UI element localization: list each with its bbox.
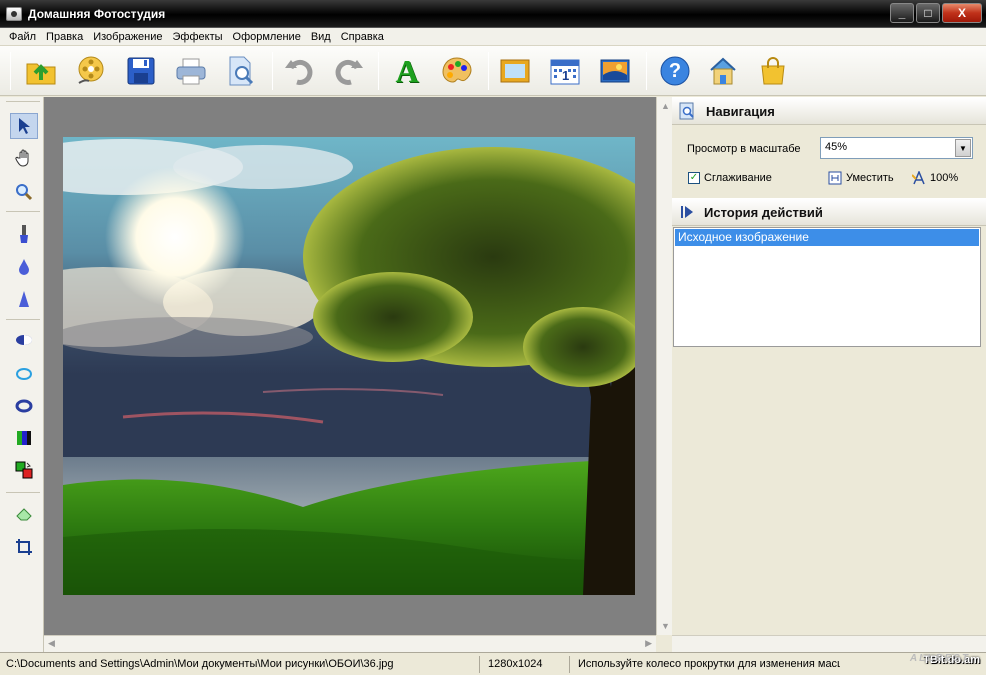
fit-icon <box>828 171 842 185</box>
smoothing-checkbox[interactable]: ✓ <box>688 172 700 184</box>
chevron-down-icon[interactable]: ▼ <box>955 139 971 157</box>
actual-size-button[interactable]: 100% <box>912 171 958 185</box>
menu-help[interactable]: Справка <box>336 31 389 43</box>
zoom-icon[interactable] <box>10 179 38 205</box>
menu-image[interactable]: Изображение <box>88 31 167 43</box>
shopping-bag-icon[interactable] <box>756 54 790 88</box>
print-icon[interactable] <box>174 54 208 88</box>
maximize-button[interactable]: □ <box>916 3 940 23</box>
ellipse-select-icon[interactable] <box>10 327 38 353</box>
menu-view[interactable]: Вид <box>306 31 336 43</box>
frame-icon[interactable] <box>498 54 532 88</box>
redo-icon[interactable] <box>332 54 366 88</box>
hand-icon[interactable] <box>10 145 38 171</box>
tools-panel <box>0 97 44 652</box>
sharpen-icon[interactable] <box>10 286 38 312</box>
status-dimensions: 1280x1024 <box>484 656 570 673</box>
help-icon[interactable]: ? <box>658 54 692 88</box>
menu-file[interactable]: Файл <box>4 31 41 43</box>
toolbar-separator <box>10 52 11 90</box>
toolbar-separator <box>646 52 647 90</box>
navigation-header[interactable]: Навигация <box>672 97 986 125</box>
toolbar-separator <box>378 52 379 90</box>
close-button[interactable]: X <box>942 3 982 23</box>
zoom-label: Просмотр в масштабе <box>687 143 801 155</box>
tools-separator <box>6 319 40 320</box>
select-arrow-icon[interactable] <box>10 113 38 139</box>
menu-effects[interactable]: Эффекты <box>168 31 228 43</box>
postcard-icon[interactable] <box>598 54 632 88</box>
calendar-icon-glyph: 1 <box>562 68 570 83</box>
landscape-photo <box>63 137 635 595</box>
status-file-path: C:\Documents and Settings\Admin\Мои доку… <box>2 656 480 673</box>
window-title: Домашняя Фотостудия <box>28 6 166 21</box>
scroll-up-icon[interactable]: ▲ <box>661 101 670 111</box>
home-icon[interactable] <box>706 54 740 88</box>
side-panel: Навигация Просмотр в масштабе 45% ▼ ✓ Сг… <box>672 97 986 652</box>
tools-separator <box>6 101 40 102</box>
lasso-oval-icon[interactable] <box>10 361 38 387</box>
calendar-icon[interactable]: 1 <box>548 54 582 88</box>
main-toolbar: A 1 ? <box>0 46 986 96</box>
smoothing-label: Сглаживание <box>704 172 772 184</box>
play-step-icon <box>681 206 693 218</box>
history-list[interactable]: Исходное изображение <box>673 227 981 347</box>
palette-icon[interactable] <box>440 54 474 88</box>
ring-icon[interactable] <box>10 393 38 419</box>
history-header[interactable]: История действий <box>672 198 986 226</box>
actual-size-label: 100% <box>930 172 959 184</box>
color-levels-icon[interactable] <box>10 425 38 451</box>
scroll-left-icon[interactable]: ◀ <box>48 638 55 649</box>
vertical-scrollbar[interactable]: ▲ ▼ <box>656 97 672 635</box>
crop-icon[interactable] <box>10 534 38 560</box>
panel-scrollbar[interactable] <box>672 635 986 652</box>
drop-icon[interactable] <box>10 254 38 280</box>
save-icon[interactable] <box>124 54 158 88</box>
scroll-right-icon[interactable]: ▶ <box>645 638 652 649</box>
horizontal-scrollbar[interactable]: ◀ ▶ <box>44 635 656 652</box>
watermark-logo: ALLBEST <box>909 653 970 664</box>
window-controls: _ □ X <box>890 3 982 23</box>
status-bar: C:\Documents and Settings\Admin\Мои доку… <box>0 652 986 675</box>
undo-icon[interactable] <box>282 54 316 88</box>
history-item[interactable]: Исходное изображение <box>675 229 979 246</box>
toolbar-separator <box>488 52 489 90</box>
film-reel-icon[interactable] <box>74 54 108 88</box>
text-icon-glyph: A <box>395 52 419 89</box>
minimize-button[interactable]: _ <box>890 3 914 23</box>
help-icon-glyph: ? <box>668 59 682 82</box>
zoom-select[interactable]: 45% ▼ <box>820 137 973 159</box>
tools-separator <box>6 211 40 212</box>
actual-size-icon <box>912 171 925 185</box>
scroll-down-icon[interactable]: ▼ <box>661 621 670 631</box>
text-icon[interactable]: A <box>390 52 424 89</box>
camera-app-icon <box>6 6 22 21</box>
image-canvas[interactable] <box>44 97 656 635</box>
title-bar: Домашняя Фотостудия _ □ X <box>0 0 986 28</box>
navigation-icon <box>679 102 694 120</box>
fit-button[interactable]: Уместить <box>828 171 894 185</box>
navigation-title: Навигация <box>706 103 775 119</box>
menu-bar: Файл Правка Изображение Эффекты Оформлен… <box>0 28 986 46</box>
zoom-value: 45% <box>825 141 848 153</box>
status-hint: Используйте колесо прокрутки для изменен… <box>578 658 840 670</box>
history-title: История действий <box>704 204 823 220</box>
fit-label: Уместить <box>846 172 894 184</box>
color-swap-icon[interactable] <box>10 457 38 483</box>
menu-edit[interactable]: Правка <box>41 31 88 43</box>
brush-icon[interactable] <box>10 221 38 247</box>
toolbar-separator <box>272 52 273 90</box>
eraser-icon[interactable] <box>10 501 38 527</box>
tools-separator <box>6 492 40 493</box>
search-document-icon[interactable] <box>224 54 258 88</box>
menu-design[interactable]: Оформление <box>228 31 306 43</box>
open-icon[interactable] <box>24 54 58 88</box>
